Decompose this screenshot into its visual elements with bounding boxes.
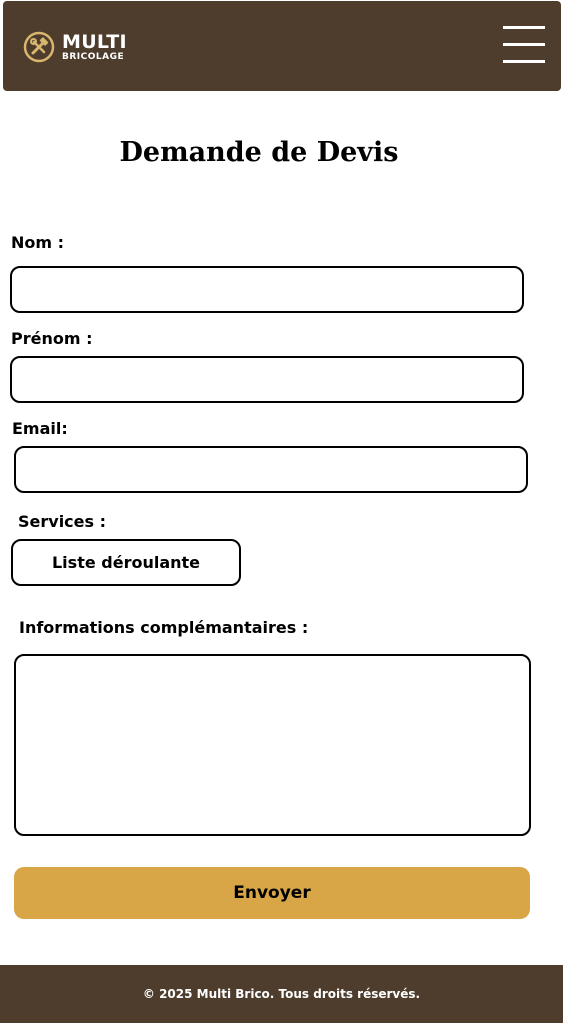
info-label: Informations complémantaires : <box>19 618 309 637</box>
submit-button[interactable]: Envoyer <box>14 867 530 919</box>
logo-main-text: MULTI <box>62 30 127 53</box>
services-label: Services : <box>18 512 107 531</box>
services-selected-value: Liste déroulante <box>51 553 201 572</box>
services-dropdown[interactable]: Liste déroulante <box>11 539 241 586</box>
site-header: MULTI BRICOLAGE <box>3 1 561 91</box>
logo-text: MULTI BRICOLAGE <box>62 30 127 62</box>
nom-label: Nom : <box>11 233 65 252</box>
submit-button-label: Envoyer <box>233 883 311 903</box>
nom-input[interactable] <box>10 266 524 313</box>
logo[interactable]: MULTI BRICOLAGE <box>23 31 127 63</box>
footer-copyright: © 2025 Multi Brico. Tous droits réservés… <box>142 987 421 1001</box>
prenom-label: Prénom : <box>11 329 93 348</box>
tools-icon <box>23 31 55 63</box>
logo-sub-text: BRICOLAGE <box>62 51 125 62</box>
email-input[interactable] <box>14 446 528 493</box>
info-textarea[interactable] <box>14 654 531 836</box>
page-title: Demande de Devis <box>119 137 399 168</box>
email-label: Email: <box>12 419 68 438</box>
site-footer: © 2025 Multi Brico. Tous droits réservés… <box>0 965 563 1023</box>
hamburger-menu-icon[interactable] <box>503 26 545 64</box>
prenom-input[interactable] <box>10 356 524 403</box>
